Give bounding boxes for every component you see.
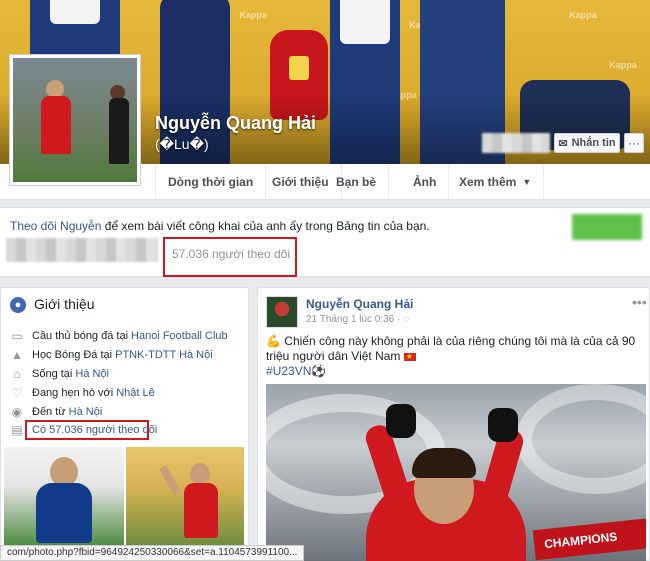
intro-text: Đang hẹn hò với [32, 387, 114, 399]
tab-timeline[interactable]: Dòng thời gian [155, 164, 267, 200]
intro-link[interactable]: Hà Nội [69, 406, 103, 418]
intro-row-work: ▭ Cầu thủ bóng đá tại Hanoi Football Clu… [10, 327, 228, 345]
intro-link[interactable]: Nhật Lê [116, 387, 155, 399]
home-icon: ⌂ [13, 367, 21, 381]
tab-more-label: Xem thêm [459, 175, 517, 189]
post-options-icon[interactable]: ••• [632, 294, 647, 310]
blurred-friends [6, 238, 158, 262]
globe-icon: ◌ [403, 314, 410, 325]
follow-link[interactable]: Theo dõi [10, 219, 57, 233]
globe-icon: ● [10, 297, 26, 313]
follow-button[interactable] [572, 214, 642, 240]
followers-count[interactable]: 57.036 người theo dõi [172, 247, 290, 261]
intro-photo[interactable] [4, 447, 124, 547]
status-bar-url: com/photo.php?fbid=964924250330066&set=a… [0, 545, 305, 561]
heart-icon: ♡ [11, 386, 23, 400]
post-image[interactable]: CHAMPIONS [266, 384, 646, 561]
intro-link[interactable]: Hà Nội [75, 368, 109, 380]
post-hashtag[interactable]: #U23VN⚽ [266, 364, 326, 378]
profile-name[interactable]: Nguyễn Quang Hải [155, 113, 316, 134]
blurred-button [482, 133, 550, 153]
intro-title: Giới thiệu [34, 296, 95, 312]
soccer-ball-icon: ⚽ [311, 364, 327, 378]
post-timestamp[interactable]: 21 Tháng 1 lúc 0:36 · ◌ [306, 314, 409, 325]
follow-description: để xem bài viết công khai của anh ấy tro… [104, 219, 430, 233]
followers-highlight [25, 420, 149, 440]
messenger-icon: ✉ [558, 137, 568, 150]
glove-icon [488, 408, 518, 442]
profile-alias: (�Lu�) [155, 136, 209, 152]
tab-friends[interactable]: Bạn bè [324, 164, 390, 200]
champions-banner: CHAMPIONS [532, 517, 646, 561]
brand-text: Kappa [239, 10, 267, 20]
hashtag-text: #U23VN [266, 364, 312, 378]
intro-row-hometown: ◉ Đến từ Hà Nội [10, 403, 103, 421]
post-text: 💪 Chiến công này không phải là của riêng… [266, 334, 636, 364]
briefcase-icon: ▭ [11, 329, 23, 343]
post-body: Chiến công này không phải là của riêng c… [266, 334, 636, 363]
tab-photos[interactable]: Ảnh [401, 164, 450, 200]
follow-name-link[interactable]: Nguyễn [60, 219, 101, 233]
intro-row-school: ▲ Học Bóng Đá tại PTNK-TDTT Hà Nội [10, 346, 213, 364]
caret-down-icon: ▼ [522, 177, 532, 187]
intro-text: Sống tại [32, 368, 73, 380]
vietnam-flag-icon [403, 349, 416, 364]
post-author-name[interactable]: Nguyễn Quang Hải [306, 297, 413, 311]
message-button-label: Nhắn tin [571, 137, 616, 149]
intro-row-relationship: ♡ Đang hẹn hò với Nhật Lê [10, 384, 155, 402]
intro-link[interactable]: Hanoi Football Club [131, 330, 228, 342]
message-button[interactable]: ✉ Nhắn tin [554, 133, 620, 153]
glove-icon [386, 404, 416, 438]
brand-text: Kappa [569, 10, 597, 20]
intro-text: Học Bóng Đá tại [32, 349, 113, 361]
intro-text: Đến từ [32, 406, 66, 418]
tab-more[interactable]: Xem thêm ▼ [447, 164, 545, 200]
intro-text: Cầu thủ bóng đá tại [32, 330, 129, 342]
intro-link[interactable]: PTNK-TDTT Hà Nội [115, 349, 213, 361]
followers-icon: ▤ [11, 423, 23, 437]
follow-prompt: Theo dõi Nguyễn để xem bài viết công kha… [10, 219, 430, 233]
post-author-avatar[interactable] [266, 296, 298, 328]
profile-picture[interactable] [10, 55, 140, 185]
location-icon: ◉ [11, 405, 23, 419]
intro-photo[interactable] [126, 447, 244, 547]
post-time-text: 21 Tháng 1 lúc 0:36 · [306, 314, 401, 325]
brand-text: Kappa [609, 60, 637, 70]
intro-row-home: ⌂ Sống tại Hà Nội [10, 365, 109, 383]
more-options-button[interactable]: ··· [624, 133, 644, 153]
flex-emoji-icon: 💪 [266, 334, 281, 348]
school-icon: ▲ [11, 348, 23, 362]
